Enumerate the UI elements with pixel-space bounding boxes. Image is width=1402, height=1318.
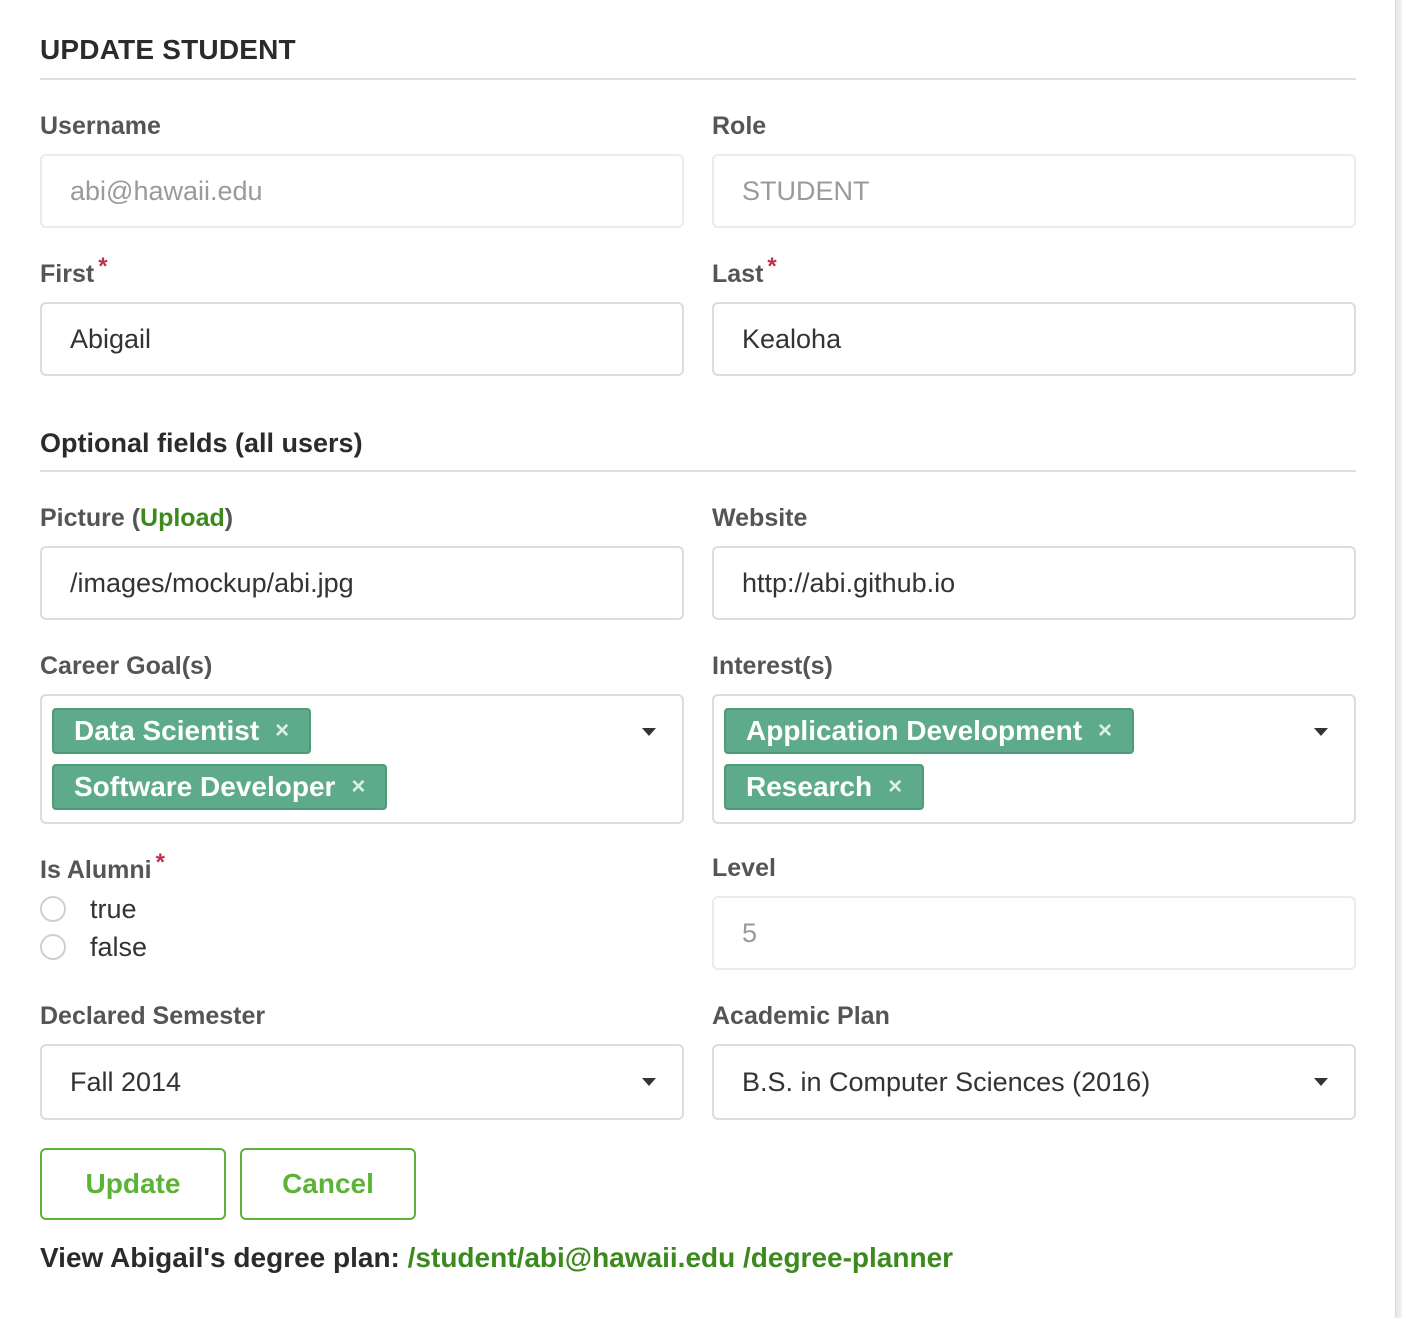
- chip-label: Data Scientist: [74, 715, 260, 746]
- website-value: http://abi.github.io: [742, 567, 956, 598]
- website-label: Website: [712, 504, 808, 532]
- degree-planner-link[interactable]: /student/abi@hawaii.edu /degree-planner: [408, 1242, 953, 1273]
- cancel-button[interactable]: Cancel: [240, 1148, 416, 1220]
- website-input[interactable]: http://abi.github.io: [712, 546, 1356, 620]
- career-goals-multiselect[interactable]: Data Scientist × Software Developer ×: [40, 694, 684, 824]
- first-name-input[interactable]: Abigail: [40, 302, 684, 376]
- caret-down-icon[interactable]: [1314, 728, 1328, 736]
- scrollbar-track: [1395, 0, 1402, 1318]
- alumni-radio-false[interactable]: false: [40, 930, 147, 964]
- username-value: abi@hawaii.edu: [70, 175, 263, 206]
- career-goals-label: Career Goal(s): [40, 652, 213, 680]
- username-label: Username: [40, 112, 161, 140]
- academic-plan-value: B.S. in Computer Sciences (2016): [742, 1066, 1151, 1097]
- interest-chip: Application Development ×: [724, 708, 1135, 754]
- degree-plan-footer: View Abigail's degree plan: /student/abi…: [40, 1242, 953, 1274]
- career-goal-chip: Data Scientist ×: [52, 708, 312, 754]
- radio-button[interactable]: [40, 934, 66, 960]
- radio-label: false: [90, 931, 148, 962]
- career-goal-chip: Software Developer ×: [52, 764, 388, 810]
- username-field: abi@hawaii.edu: [40, 154, 684, 228]
- first-name-value: Abigail: [70, 323, 152, 354]
- caret-down-icon[interactable]: [642, 728, 656, 736]
- last-label-text: Last: [712, 260, 764, 288]
- update-button[interactable]: Update: [40, 1148, 226, 1220]
- interests-label: Interest(s): [712, 652, 833, 680]
- first-label-text: First: [40, 260, 95, 288]
- level-field: 5: [712, 896, 1356, 970]
- optional-divider: [40, 470, 1356, 472]
- chip-remove-icon[interactable]: ×: [888, 773, 902, 801]
- declared-semester-select[interactable]: Fall 2014: [40, 1044, 684, 1120]
- interest-chip: Research ×: [724, 764, 925, 810]
- last-name-value: Kealoha: [742, 323, 842, 354]
- caret-down-icon[interactable]: [642, 1078, 656, 1086]
- radio-label: true: [90, 893, 137, 924]
- optional-section-title: Optional fields (all users): [40, 428, 363, 458]
- picture-label-suffix: ): [224, 504, 234, 532]
- first-required-mark: *: [98, 253, 108, 280]
- chip-remove-icon[interactable]: ×: [1098, 717, 1112, 745]
- chip-label: Software Developer: [74, 771, 336, 802]
- interests-multiselect[interactable]: Application Development × Research ×: [712, 694, 1356, 824]
- title-divider: [40, 78, 1356, 80]
- picture-input[interactable]: /images/mockup/abi.jpg: [40, 546, 684, 620]
- radio-button[interactable]: [40, 896, 66, 922]
- picture-label-prefix: Picture (: [40, 504, 141, 532]
- academic-plan-select[interactable]: B.S. in Computer Sciences (2016): [712, 1044, 1356, 1120]
- role-label: Role: [712, 112, 767, 140]
- chip-remove-icon[interactable]: ×: [351, 773, 365, 801]
- last-required-mark: *: [767, 253, 777, 280]
- page-title: UPDATE STUDENT: [40, 34, 296, 65]
- chip-label: Research: [746, 771, 873, 802]
- declared-semester-label: Declared Semester: [40, 1002, 266, 1030]
- declared-semester-value: Fall 2014: [70, 1066, 182, 1097]
- academic-plan-label: Academic Plan: [712, 1002, 890, 1030]
- last-name-input[interactable]: Kealoha: [712, 302, 1356, 376]
- is-alumni-label-text: Is Alumni: [40, 856, 152, 884]
- level-value: 5: [742, 917, 758, 948]
- picture-value: /images/mockup/abi.jpg: [70, 567, 354, 598]
- last-label: Last *: [712, 253, 777, 289]
- is-alumni-label: Is Alumni *: [40, 849, 165, 885]
- alumni-radio-true[interactable]: true: [40, 892, 137, 926]
- first-label: First *: [40, 253, 108, 289]
- degree-plan-prefix: View Abigail's degree plan:: [40, 1242, 408, 1273]
- chip-remove-icon[interactable]: ×: [275, 717, 289, 745]
- upload-link[interactable]: Upload: [140, 504, 225, 532]
- is-alumni-required-mark: *: [155, 849, 165, 876]
- picture-label: Picture (Upload): [40, 504, 233, 533]
- role-field: STUDENT: [712, 154, 1356, 228]
- level-label: Level: [712, 854, 776, 882]
- role-value: STUDENT: [742, 175, 870, 206]
- caret-down-icon[interactable]: [1314, 1078, 1328, 1086]
- chip-label: Application Development: [746, 715, 1083, 746]
